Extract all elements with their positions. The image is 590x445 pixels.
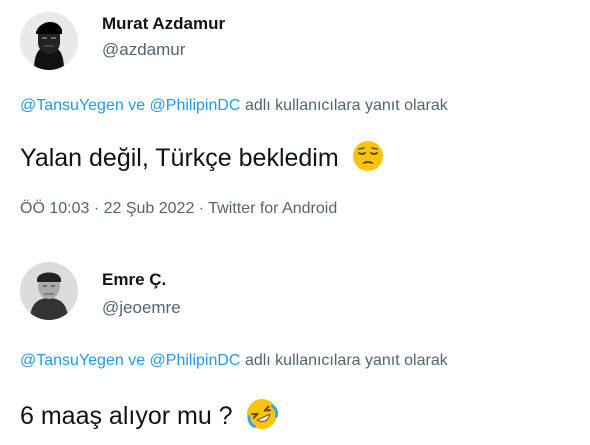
avatar-emre-c[interactable]	[20, 262, 78, 320]
mention-link[interactable]: @PhilipinDC	[150, 97, 241, 114]
mention-conjunction: ve	[128, 352, 146, 369]
reply-suffix: adlı kullanıcılara yanıt olarak	[244, 352, 448, 369]
mention-link[interactable]: @TansuYegen	[20, 352, 124, 369]
tweet-text-content: Yalan değil, Türkçe bekledim	[20, 144, 339, 173]
reply-context: @TansuYegen ve @PhilipinDC adlı kullanıc…	[20, 97, 448, 115]
mention-conjunction: ve	[128, 97, 146, 114]
tweet-text: 6 maaş alıyor mu ?	[20, 398, 278, 437]
mention-link[interactable]: @PhilipinDC	[150, 352, 241, 369]
tweet-1: Murat Azdamur @azdamur @TansuYegen ve @P…	[0, 0, 590, 230]
author-name[interactable]: Murat Azdamur	[102, 14, 225, 34]
tweet-text: Yalan değil, Türkçe bekledim	[20, 140, 384, 179]
rolling-on-floor-laughing-icon	[246, 398, 278, 437]
reply-context: @TansuYegen ve @PhilipinDC adlı kullanıc…	[20, 352, 448, 370]
author-handle[interactable]: @jeoemre	[102, 298, 181, 318]
mention-link[interactable]: @TansuYegen	[20, 97, 124, 114]
tweet-timestamp[interactable]: ÖÖ 10:03 · 22 Şub 2022 · Twitter for And…	[20, 200, 337, 218]
reply-suffix: adlı kullanıcılara yanıt olarak	[244, 97, 448, 114]
pensive-face-icon	[352, 140, 384, 179]
author-handle[interactable]: @azdamur	[102, 40, 185, 60]
tweet-text-content: 6 maaş alıyor mu ?	[20, 402, 233, 431]
author-name[interactable]: Emre Ç.	[102, 270, 166, 290]
tweet-2: Emre Ç. @jeoemre @TansuYegen ve @Philipi…	[0, 232, 590, 445]
avatar-murat-azdamur[interactable]	[20, 12, 78, 70]
